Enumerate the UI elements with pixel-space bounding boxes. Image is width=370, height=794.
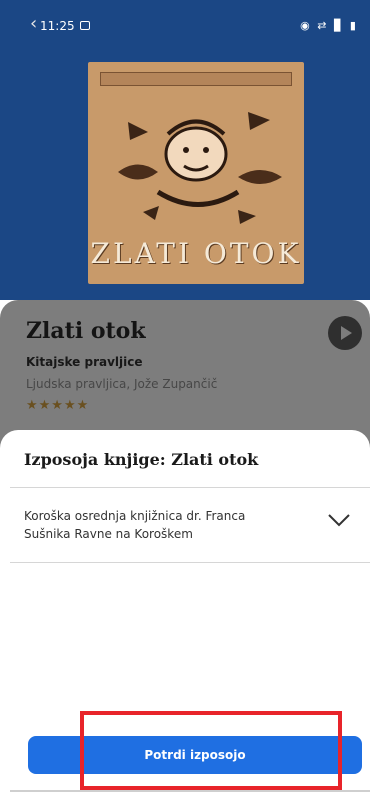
play-icon[interactable] xyxy=(328,316,362,350)
divider xyxy=(10,562,370,563)
back-arrow-icon[interactable]: ‹ xyxy=(30,13,37,34)
screen-record-icon xyxy=(80,21,90,30)
chevron-down-icon[interactable] xyxy=(327,508,351,532)
cover-caption: ZLATI OTOK xyxy=(90,237,302,270)
book-title: Zlati otok xyxy=(26,318,146,344)
divider xyxy=(10,487,370,488)
confirm-borrow-button[interactable]: Potrdi izposojo xyxy=(28,736,362,774)
cover-title-strip xyxy=(100,72,292,86)
status-icons: ◉ ⇄ ▊ ▮ xyxy=(300,19,358,32)
book-subtitle: Kitajske pravljice xyxy=(26,355,143,369)
library-select[interactable]: Koroška osrednja knjižnica dr. Franca Su… xyxy=(24,507,294,543)
status-time: 11:25 xyxy=(40,19,75,33)
book-cover-image: ZLATI OTOK xyxy=(88,62,304,284)
status-bar: ‹ 11:25 ◉ ⇄ ▊ ▮ xyxy=(0,13,370,38)
book-authors: Ljudska pravljica, Jože Zupančič xyxy=(26,377,218,391)
sheet-title: Izposoja knjige: Zlati otok xyxy=(24,450,259,469)
screen: ‹ 11:25 ◉ ⇄ ▊ ▮ ZLATI OTOK Zlati otok Ki… xyxy=(0,0,370,794)
star-rating: ★★★★★ xyxy=(26,398,90,413)
home-indicator xyxy=(10,790,370,792)
